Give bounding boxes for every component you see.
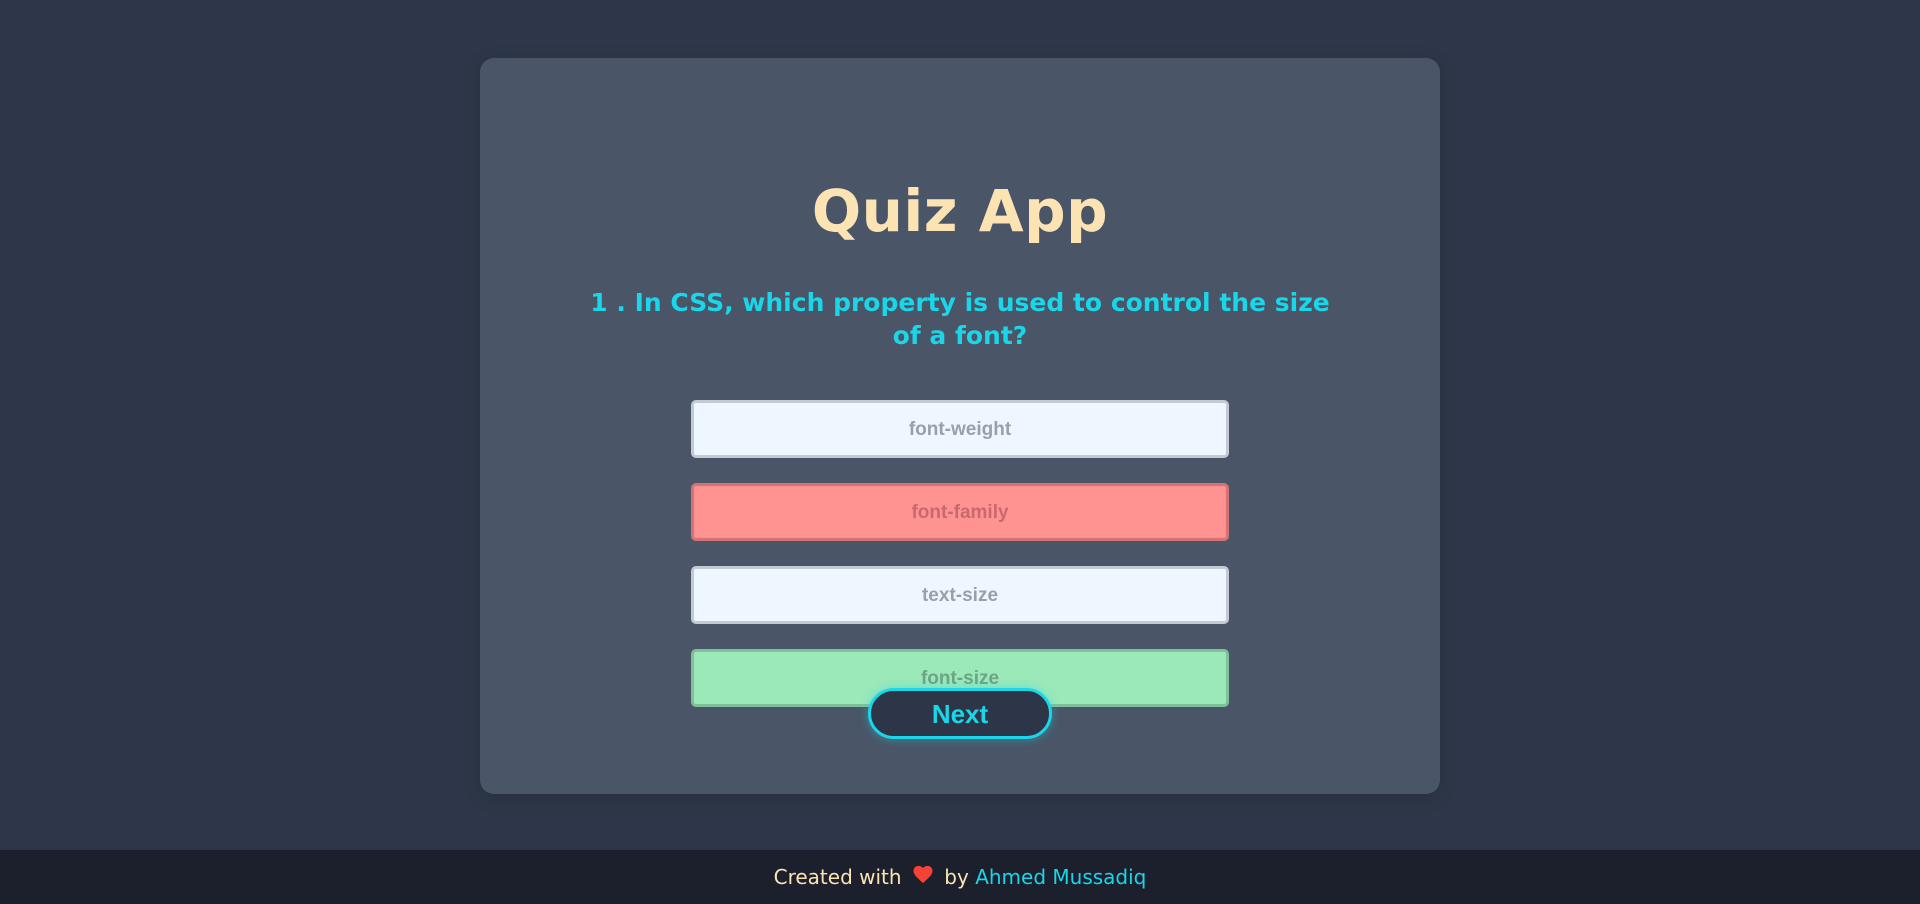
quiz-card: Quiz App 1 . In CSS, which property is u… — [480, 58, 1440, 794]
answer-button-text-size[interactable]: text-size — [691, 566, 1229, 624]
question-text: 1 . In CSS, which property is used to co… — [590, 288, 1330, 350]
answer-list: font-weight font-family text-size font-s… — [691, 400, 1229, 732]
footer-by: by — [944, 865, 969, 889]
next-button[interactable]: Next — [868, 688, 1052, 739]
footer-prefix: Created with — [773, 865, 902, 889]
answer-button-font-weight[interactable]: font-weight — [691, 400, 1229, 458]
footer: Created with by Ahmed Mussadiq — [0, 850, 1920, 904]
answer-button-font-family[interactable]: font-family — [691, 483, 1229, 541]
author-link[interactable]: Ahmed Mussadiq — [975, 865, 1146, 889]
app-title: Quiz App — [811, 177, 1109, 245]
heart-icon — [912, 850, 934, 904]
